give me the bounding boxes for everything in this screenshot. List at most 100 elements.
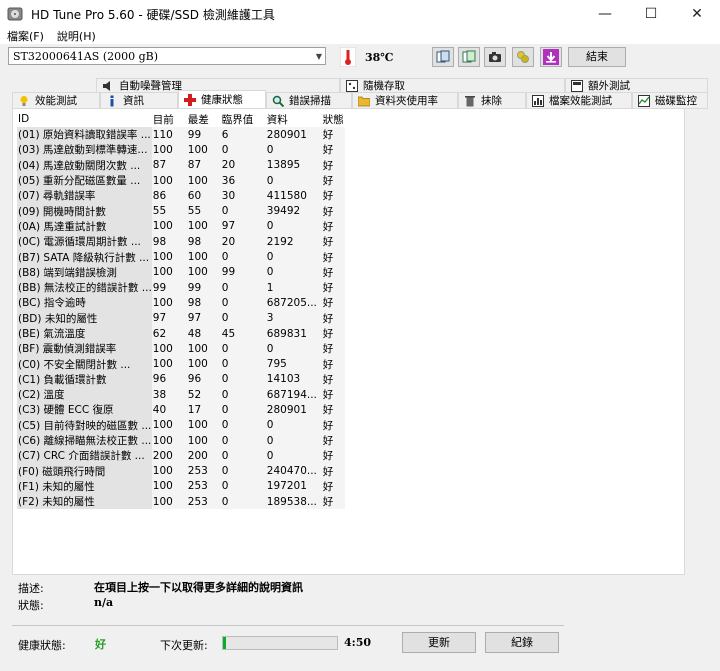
- status-cell: 好: [321, 249, 345, 265]
- table-row[interactable]: (F1) 未知的屬性 100 253 0 197201 好: [17, 478, 345, 495]
- maximize-icon: ☐: [644, 6, 658, 22]
- speaker-icon: [102, 80, 114, 92]
- copy-all-icon: [462, 50, 476, 63]
- table-row[interactable]: (F0) 磁頭飛行時間 100 253 0 240470... 好: [17, 463, 345, 479]
- threshold-cell: 0: [220, 142, 266, 158]
- worst-cell: 98: [186, 295, 221, 311]
- table-row[interactable]: (C5) 目前待對映的磁區數 ... 100 100 0 0 好: [17, 417, 345, 433]
- threshold-cell: 0: [220, 387, 266, 403]
- table-row[interactable]: (C2) 溫度 38 52 0 687194... 好: [17, 387, 345, 403]
- threshold-cell: 0: [220, 494, 266, 510]
- current-cell: 100: [151, 356, 187, 372]
- copy-all-button[interactable]: [458, 47, 480, 67]
- status-cell: 好: [321, 402, 345, 418]
- attribute-id-cell: (BE) 氣流溫度: [17, 325, 152, 342]
- tab-folder-usage[interactable]: 資料夾使用率: [352, 92, 458, 108]
- menu-file[interactable]: 檔案(F): [0, 28, 50, 44]
- data-cell: 280901: [265, 402, 322, 418]
- menu-help[interactable]: 說明(H): [50, 28, 102, 44]
- tab-label: 健康狀態: [201, 94, 243, 106]
- tab-label: 磁碟監控: [655, 95, 697, 107]
- table-row[interactable]: (03) 馬達啟動到標準轉速... 100 100 0 0 好: [17, 142, 345, 158]
- threshold-cell: 97: [220, 218, 266, 235]
- worst-cell: 55: [186, 203, 221, 219]
- table-row[interactable]: (C1) 負載循環計數 96 96 0 14103 好: [17, 371, 345, 388]
- table-row[interactable]: (BE) 氣流溫度 62 48 45 689831 好: [17, 325, 345, 342]
- worst-cell: 100: [186, 249, 221, 265]
- header-current[interactable]: 目前: [152, 111, 187, 127]
- header-data[interactable]: 資料: [266, 111, 322, 127]
- refresh-button[interactable]: 更新: [402, 632, 476, 653]
- table-row[interactable]: (04) 馬達啟動關閉次數 ... 87 87 20 13895 好: [17, 157, 345, 173]
- table-row[interactable]: (0C) 電源循環周期計數 ... 98 98 20 2192 好: [17, 234, 345, 250]
- table-row[interactable]: (BF) 震動偵測錯誤率 100 100 0 0 好: [17, 341, 345, 357]
- screenshot-button[interactable]: [484, 47, 506, 67]
- worst-cell: 100: [186, 142, 221, 158]
- header-worst[interactable]: 最差: [187, 111, 221, 127]
- table-row[interactable]: (07) 尋軌錯誤率 86 60 30 411580 好: [17, 188, 345, 204]
- table-row[interactable]: (BD) 未知的屬性 97 97 0 3 好: [17, 310, 345, 326]
- threshold-cell: 0: [220, 463, 266, 479]
- close-button[interactable]: ✕: [674, 0, 720, 28]
- health-panel: ID 目前 最差 臨界值 資料 狀態 (01) 原始資料讀取錯誤率 ... 110…: [12, 108, 685, 575]
- lightbulb-icon: [18, 95, 30, 107]
- tab-extra-tests[interactable]: 額外測試: [565, 78, 708, 92]
- extra-tests-icon: [571, 79, 583, 92]
- worst-cell: 100: [186, 172, 221, 189]
- attribute-id-cell: (04) 馬達啟動關閉次數 ...: [17, 157, 152, 173]
- table-row[interactable]: (BB) 無法校正的錯誤計數 ... 99 99 0 1 好: [17, 279, 345, 296]
- status-cell: 好: [321, 295, 345, 311]
- table-row[interactable]: (B7) SATA 降級執行計數 ... 100 100 0 0 好: [17, 249, 345, 265]
- tab-file-benchmark[interactable]: 檔案效能測試: [526, 92, 632, 108]
- update-timer: 4:50: [344, 636, 372, 649]
- tab-benchmark[interactable]: 效能測試: [12, 92, 100, 108]
- table-row[interactable]: (0A) 馬達重試計數 100 100 97 0 好: [17, 218, 345, 235]
- info-icon: [106, 95, 118, 107]
- maximize-button[interactable]: ☐: [628, 0, 674, 28]
- save-button[interactable]: [540, 47, 562, 67]
- table-row[interactable]: (C6) 離線掃瞄無法校正數 ... 100 100 0 0 好: [17, 432, 345, 449]
- current-cell: 100: [151, 264, 187, 280]
- status-cell: 好: [321, 157, 345, 173]
- data-cell: 280901: [265, 127, 322, 143]
- tab-random-access[interactable]: 隨機存取: [340, 78, 565, 92]
- attribute-id-cell: (BC) 指令逾時: [17, 295, 152, 311]
- copy-info-button[interactable]: [432, 47, 454, 67]
- attribute-id-cell: (F1) 未知的屬性: [17, 478, 152, 495]
- tab-disk-monitor[interactable]: 磁碟監控: [632, 92, 708, 108]
- table-row[interactable]: (C3) 硬體 ECC 復原 40 17 0 280901 好: [17, 402, 345, 418]
- worst-cell: 87: [186, 157, 221, 173]
- tab-info[interactable]: 資訊: [100, 92, 178, 108]
- exit-button[interactable]: 結束: [568, 47, 626, 67]
- data-cell: 189538...: [265, 494, 322, 510]
- threshold-cell: 0: [220, 203, 266, 219]
- options-button[interactable]: [512, 47, 534, 67]
- header-id[interactable]: ID: [17, 111, 152, 127]
- status-cell: 好: [321, 341, 345, 357]
- worst-cell: 99: [186, 127, 221, 143]
- threshold-cell: 0: [220, 448, 266, 464]
- table-row[interactable]: (F2) 未知的屬性 100 253 0 189538... 好: [17, 494, 345, 510]
- data-cell: 0: [265, 448, 322, 464]
- table-row[interactable]: (C0) 不安全關閉計數 ... 100 100 0 795 好: [17, 356, 345, 372]
- tab-erase[interactable]: 抹除: [458, 92, 526, 108]
- table-row[interactable]: (B8) 端到端錯誤檢測 100 100 99 0 好: [17, 264, 345, 280]
- table-row[interactable]: (09) 開機時間計數 55 55 0 39492 好: [17, 203, 345, 219]
- update-progress-fill: [223, 637, 227, 649]
- log-button[interactable]: 紀錄: [485, 632, 559, 653]
- header-status[interactable]: 狀態: [322, 111, 345, 127]
- attribute-id-cell: (B7) SATA 降級執行計數 ...: [17, 249, 152, 265]
- table-row[interactable]: (01) 原始資料讀取錯誤率 ... 110 99 6 280901 好: [17, 127, 345, 143]
- threshold-cell: 0: [220, 432, 266, 449]
- table-row[interactable]: (BC) 指令逾時 100 98 0 687205... 好: [17, 295, 345, 311]
- table-row[interactable]: (05) 重新分配磁區數量 ... 100 100 36 0 好: [17, 172, 345, 189]
- table-row[interactable]: (C7) CRC 介面錯誤計數 ... 200 200 0 0 好: [17, 448, 345, 464]
- data-cell: 3: [265, 310, 322, 326]
- tab-error-scan[interactable]: 錯誤掃描: [266, 92, 352, 108]
- tab-label: 錯誤掃描: [289, 95, 331, 107]
- drive-select[interactable]: ST32000641AS (2000 gB) ▼: [8, 47, 326, 65]
- minimize-button[interactable]: —: [582, 0, 628, 28]
- header-threshold[interactable]: 臨界值: [221, 111, 266, 127]
- tab-health[interactable]: 健康狀態: [178, 90, 266, 108]
- next-update-label: 下次更新:: [160, 639, 208, 652]
